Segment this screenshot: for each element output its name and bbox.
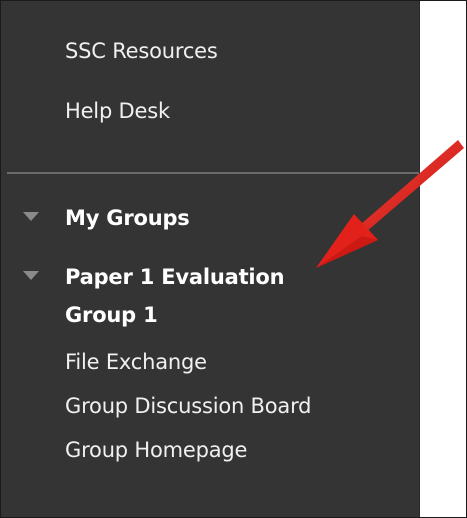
file-exchange-link[interactable]: File Exchange [65,350,207,374]
group-discussion-board-link[interactable]: Group Discussion Board [65,394,311,418]
my-groups-header[interactable]: My Groups [65,199,190,237]
help-desk-link[interactable]: Help Desk [65,99,170,123]
ssc-resources-link[interactable]: SSC Resources [65,39,218,63]
group-name-header[interactable]: Paper 1 Evaluation Group 1 [65,258,345,334]
expand-triangle-icon[interactable] [23,212,39,221]
menu-divider [7,172,419,174]
screenshot-frame: SSC Resources Help Desk My Groups Paper … [0,0,467,518]
course-menu-sidebar: SSC Resources Help Desk My Groups Paper … [1,1,420,517]
group-homepage-link[interactable]: Group Homepage [65,438,247,462]
expand-triangle-icon[interactable] [23,271,39,280]
